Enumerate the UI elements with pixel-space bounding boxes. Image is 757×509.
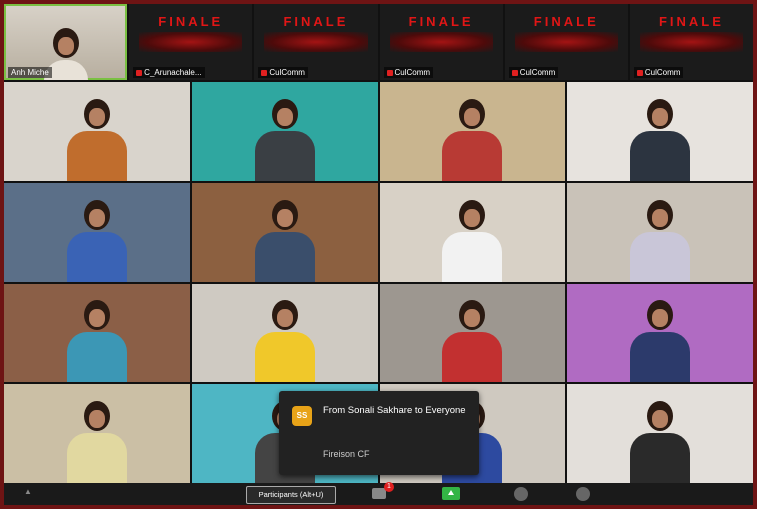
participant-video xyxy=(442,199,503,282)
chat-notification[interactable]: SS From Sonali Sakhare to Everyone Firei… xyxy=(279,391,479,475)
video-tile[interactable] xyxy=(4,82,190,181)
video-tile[interactable] xyxy=(567,384,753,483)
mic-muted-icon xyxy=(511,69,518,76)
video-tile[interactable] xyxy=(379,82,566,181)
video-tile[interactable] xyxy=(4,384,190,483)
shared-screen-title: FINALE xyxy=(283,14,349,29)
participant-video xyxy=(254,300,315,383)
participant-video xyxy=(630,401,691,483)
participant-video xyxy=(254,199,315,282)
participant-video xyxy=(254,98,315,181)
participant-video xyxy=(442,98,503,181)
mic-muted-icon xyxy=(136,69,143,76)
shared-screen-title: FINALE xyxy=(533,14,599,29)
participant-strip: Anh Miche FINALE C_Arunachale... FINALE CulC… xyxy=(4,4,753,80)
shared-screen-graphic xyxy=(389,32,493,52)
video-tile[interactable] xyxy=(4,182,190,282)
participant-name-label: CulComm xyxy=(519,68,556,77)
participant-thumbnail[interactable]: FINALE CulComm xyxy=(629,4,753,80)
chat-notification-title: From Sonali Sakhare to Everyone xyxy=(323,405,466,416)
participant-thumbnail[interactable]: FINALE CulComm xyxy=(504,4,628,80)
video-tile[interactable] xyxy=(567,283,753,383)
participant-thumbnail[interactable]: FINALE CulComm xyxy=(254,4,378,80)
record-icon[interactable] xyxy=(514,487,528,501)
participant-name-label: CulComm xyxy=(394,68,431,77)
participant-video xyxy=(630,300,691,383)
participant-name-label: C_Arunachale... xyxy=(144,68,202,77)
participant-name: CulComm xyxy=(633,67,684,78)
participants-button[interactable]: Participants (Alt+U) xyxy=(246,486,336,504)
video-tile[interactable] xyxy=(191,182,378,282)
video-tile[interactable] xyxy=(191,283,378,383)
shared-screen-title: FINALE xyxy=(158,14,224,29)
video-tile[interactable] xyxy=(191,82,378,181)
mic-muted-icon xyxy=(261,69,268,76)
meeting-window: Anh Miche FINALE C_Arunachale... FINALE CulC… xyxy=(4,4,753,505)
participant-name: CulComm xyxy=(383,67,434,78)
participant-video xyxy=(66,401,127,483)
share-screen-icon[interactable] xyxy=(442,487,460,500)
caret-up-icon[interactable]: ▲ xyxy=(24,487,32,503)
mic-muted-icon xyxy=(636,69,643,76)
participant-video xyxy=(66,98,127,181)
participant-name-label: CulComm xyxy=(269,68,305,77)
video-tile[interactable] xyxy=(379,182,566,282)
participant-video xyxy=(66,199,127,282)
chat-notification-message: Fireison CF xyxy=(323,449,370,459)
participant-video xyxy=(630,98,691,181)
shared-screen-title: FINALE xyxy=(658,14,724,29)
shared-screen-graphic xyxy=(139,32,243,52)
mic-muted-icon xyxy=(386,69,393,76)
shared-screen-graphic xyxy=(264,32,368,52)
participant-name: C_Arunachale... xyxy=(133,67,205,78)
video-tile[interactable] xyxy=(379,283,566,383)
participant-name: CulComm xyxy=(508,67,559,78)
participant-thumbnail[interactable]: FINALE C_Arunachale... xyxy=(129,4,253,80)
shared-screen-title: FINALE xyxy=(408,14,474,29)
participant-name: Anh Miche xyxy=(8,67,52,78)
reactions-icon[interactable] xyxy=(576,487,590,501)
participant-thumbnail[interactable]: FINALE CulComm xyxy=(379,4,503,80)
sender-avatar: SS xyxy=(292,406,312,426)
participant-name-label: Anh Miche xyxy=(11,68,49,77)
shared-screen-graphic xyxy=(514,32,618,52)
participant-thumbnail[interactable]: Anh Miche xyxy=(4,4,128,80)
participant-name-label: CulComm xyxy=(644,68,681,77)
participant-video xyxy=(630,199,691,282)
participant-video xyxy=(442,300,503,383)
meeting-toolbar: ▲ Participants (Alt+U) 1 xyxy=(4,482,753,505)
video-tile[interactable] xyxy=(4,283,190,383)
video-tile[interactable] xyxy=(567,182,753,282)
participant-video xyxy=(66,300,127,383)
chat-badge: 1 xyxy=(384,482,394,492)
shared-screen-graphic xyxy=(639,32,744,52)
video-tile[interactable] xyxy=(567,82,753,181)
participant-name: CulComm xyxy=(258,67,308,78)
